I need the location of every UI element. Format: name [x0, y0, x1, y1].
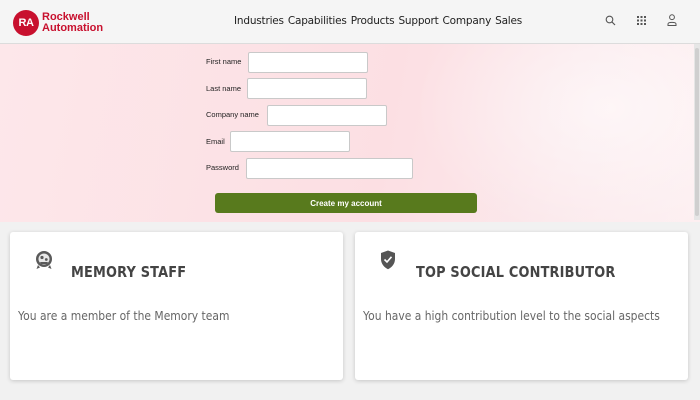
badge-description: You are a member of the Memory team	[18, 308, 230, 323]
logo-text: Rockwell Automation	[42, 12, 103, 34]
nav-item-industries[interactable]: Industries	[234, 15, 284, 27]
user-icon[interactable]	[666, 13, 678, 27]
header-icons	[604, 13, 678, 27]
scrollbar-thumb[interactable]	[695, 48, 699, 216]
nav-item-capabilities[interactable]: Capabilities	[288, 15, 347, 27]
top-header: RA Rockwell Automation Industries Capabi…	[0, 0, 700, 44]
password-label: Password	[206, 163, 239, 172]
create-account-button[interactable]: Create my account	[215, 193, 477, 213]
nav-item-company[interactable]: Company	[443, 15, 492, 27]
rockwell-logo[interactable]: RA Rockwell Automation	[13, 10, 103, 36]
nav-item-products[interactable]: Products	[351, 15, 395, 27]
badge-title: MEMORY STAFF	[71, 263, 187, 281]
main-nav: Industries Capabilities Products Support…	[234, 15, 522, 27]
shield-check-icon	[380, 250, 398, 270]
company-name-field[interactable]	[267, 105, 387, 126]
nav-item-support[interactable]: Support	[398, 15, 438, 27]
first-name-label: First name	[206, 57, 242, 66]
email-label: Email	[206, 137, 225, 146]
badge-card-top-social-contributor: TOP SOCIAL CONTRIBUTOR You have a high c…	[355, 232, 688, 380]
badge-description: You have a high contribution level to th…	[363, 308, 660, 323]
badge-card-memory-staff: MEMORY STAFF You are a member of the Mem…	[10, 232, 343, 380]
last-name-field[interactable]	[247, 78, 367, 99]
search-icon[interactable]	[604, 13, 616, 27]
logo-line-2: Automation	[42, 22, 104, 34]
last-name-label: Last name	[206, 84, 242, 93]
company-name-label: Company name	[206, 110, 259, 119]
email-field[interactable]	[230, 131, 350, 152]
apps-grid-icon[interactable]	[635, 13, 647, 27]
password-field[interactable]	[246, 158, 413, 179]
badge-title: TOP SOCIAL CONTRIBUTOR	[416, 263, 616, 281]
nav-item-sales[interactable]: Sales	[495, 15, 522, 27]
scrollbar[interactable]	[694, 44, 700, 220]
memory-badge-icon	[35, 250, 53, 270]
first-name-field[interactable]	[248, 52, 368, 73]
ra-logo-mark: RA	[13, 10, 39, 36]
